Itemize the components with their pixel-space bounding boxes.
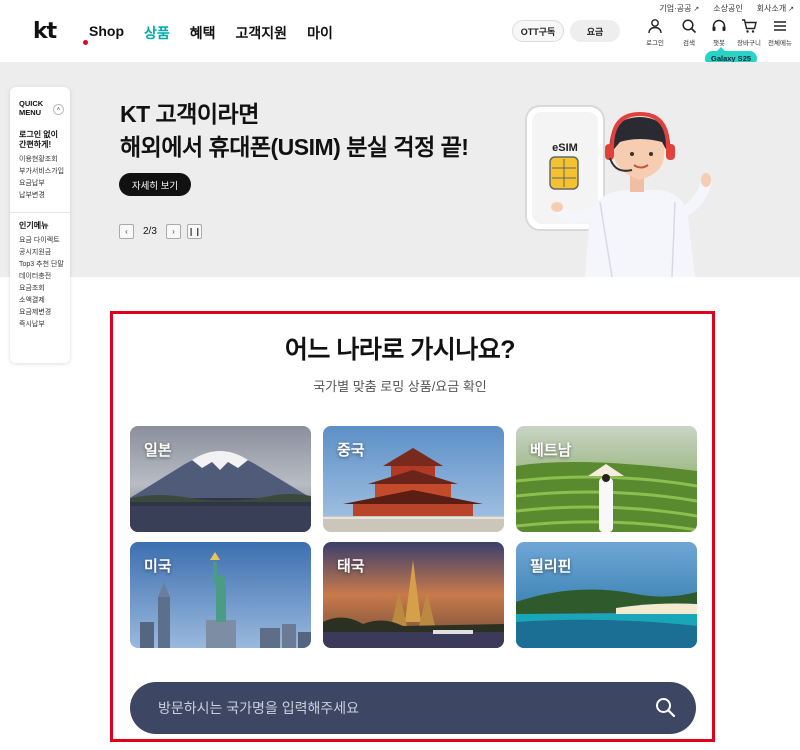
country-name: 일본	[144, 442, 172, 459]
country-card-japan[interactable]: 일본	[130, 426, 311, 532]
quick-popular-item[interactable]: 요금조회	[19, 283, 70, 295]
util-link-smallbiz[interactable]: 소상공인	[713, 3, 742, 14]
search-button[interactable]: 검색	[672, 18, 706, 47]
country-name: 태국	[337, 558, 365, 575]
country-search-input[interactable]: 방문하시는 국가명을 입력해주세요	[130, 682, 696, 734]
nav-item-benefits[interactable]: 혜택	[190, 23, 216, 43]
quick-login-heading-line2: 간편하게!	[19, 140, 52, 149]
cart-label: 장바구니	[737, 40, 761, 47]
country-search-placeholder: 방문하시는 국가명을 입력해주세요	[158, 700, 359, 716]
menu-button[interactable]: 전체메뉴	[763, 18, 797, 47]
login-label: 로그인	[646, 40, 664, 47]
country-name: 중국	[337, 442, 365, 459]
roaming-title: 어느 나라로 가시나요?	[284, 336, 516, 364]
country-card-usa[interactable]: 미국	[130, 542, 311, 648]
banner-detail-button[interactable]: 자세히 보기	[119, 173, 191, 196]
quick-popular-item[interactable]: 공시지원금	[19, 247, 70, 259]
quick-item-addon[interactable]: 부가서비스가입	[19, 166, 70, 178]
banner-next-button[interactable]: ›	[165, 224, 181, 239]
quick-popular-heading: 인기메뉴	[19, 221, 49, 230]
quick-item-pay[interactable]: 요금납부	[19, 178, 70, 190]
quick-menu: QUICK MENU ˄ 로그인 없이 간편하게! 이용현황조회 부가서비스가입…	[10, 87, 70, 363]
country-card-china[interactable]: 중국	[323, 426, 504, 532]
kt-logo[interactable]: kt	[33, 19, 88, 45]
search-icon	[682, 19, 697, 34]
cart-button[interactable]: 장바구니	[732, 18, 766, 47]
quick-item-usage[interactable]: 이용현황조회	[19, 154, 70, 166]
banner-counter: 2/3	[143, 226, 157, 237]
banner-illustration: eSIM	[525, 105, 712, 277]
country-card-vietnam[interactable]: 베트남	[516, 426, 697, 532]
quick-login-heading: 로그인 없이 간편하게!	[19, 130, 70, 150]
banner-title-line2: 해외에서 휴대폰(USIM) 분실 걱정 끝!	[120, 134, 469, 160]
nav-item-support[interactable]: 고객지원	[236, 23, 288, 43]
banner-prev-button[interactable]: ‹	[119, 224, 134, 239]
nav-item-shop[interactable]: Shop	[89, 23, 124, 43]
rate-button[interactable]: 요금	[570, 20, 620, 42]
global-header: 기업·공공 소상공인 회사소개 kt Shop 상품 혜택 고객지원 마이 OT…	[0, 0, 800, 66]
quick-popular-item[interactable]: 요금제변경	[19, 307, 70, 319]
cart-icon	[742, 19, 757, 33]
country-name: 베트남	[530, 442, 572, 459]
country-name: 필리핀	[530, 558, 572, 575]
logo-text: kt	[33, 19, 57, 44]
menu-label: 전체메뉴	[768, 40, 792, 47]
chatbot-button[interactable]: 챗봇	[702, 18, 736, 47]
banner-pause-button[interactable]: ❙❙	[186, 224, 202, 239]
roaming-subtitle: 국가별 맞춤 로밍 상품/요금 확인	[313, 379, 487, 394]
quick-item-pay-change[interactable]: 납부변경	[19, 190, 70, 202]
quick-popular-item[interactable]: 데이터충전	[19, 271, 70, 283]
chatbot-label: 챗봇	[713, 40, 725, 47]
logo-dot	[83, 40, 88, 45]
util-link-business[interactable]: 기업·공공	[659, 3, 699, 14]
login-button[interactable]: 로그인	[638, 18, 672, 47]
country-card-philippines[interactable]: 필리핀	[516, 542, 697, 648]
banner-title-line1: KT 고객이라면	[120, 101, 259, 127]
quick-popular-item[interactable]: Top3 추천 단말	[19, 259, 70, 271]
menu-icon	[774, 21, 786, 31]
banner-title: KT 고객이라면 해외에서 휴대폰(USIM) 분실 걱정 끝!	[120, 98, 469, 164]
banner-slider-controls: ‹ 2/3 › ❙❙	[119, 224, 202, 239]
ott-button[interactable]: OTT구독	[512, 20, 564, 42]
quick-menu-collapse-icon[interactable]: ˄	[53, 104, 64, 115]
user-icon	[648, 19, 662, 34]
quick-popular-item[interactable]: 요금 다이렉트	[19, 235, 70, 247]
utility-links: 기업·공공 소상공인 회사소개	[659, 3, 794, 14]
main-nav: Shop 상품 혜택 고객지원 마이	[89, 23, 333, 43]
country-card-thailand[interactable]: 태국	[323, 542, 504, 648]
quick-login-heading-line1: 로그인 없이	[19, 130, 59, 139]
util-link-company[interactable]: 회사소개	[757, 3, 794, 14]
search-icon[interactable]	[654, 696, 676, 718]
nav-item-products[interactable]: 상품	[144, 23, 170, 43]
esim-label: eSIM	[552, 142, 578, 154]
country-name: 미국	[144, 558, 172, 575]
search-label: 검색	[683, 40, 695, 47]
nav-item-my[interactable]: 마이	[307, 23, 333, 43]
quick-menu-divider	[10, 212, 70, 213]
hero-banner: eSIM KT 고객이라면 해외에서 휴대폰(USIM) 분실 걱정 끝! 자세…	[0, 62, 800, 277]
quick-popular-item[interactable]: 소액결제	[19, 295, 70, 307]
headset-icon	[712, 19, 726, 31]
